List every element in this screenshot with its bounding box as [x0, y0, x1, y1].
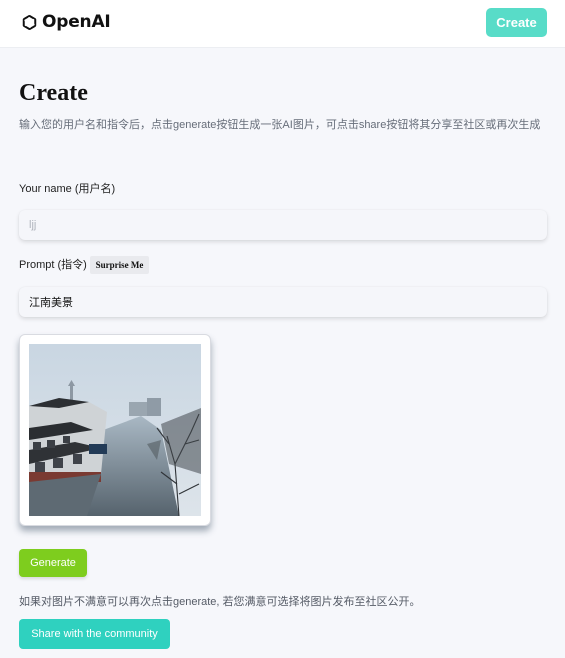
prompt-input[interactable]: 江南美景: [19, 287, 547, 317]
page-title: Create: [19, 80, 88, 106]
generated-image-card: [19, 334, 211, 526]
generate-hint: 如果对图片不满意可以再次点击generate, 若您满意可选择将图片发布至社区公…: [19, 596, 421, 608]
generated-image: [29, 344, 201, 516]
surprise-me-button[interactable]: Surprise Me: [90, 256, 149, 274]
page-subtitle: 输入您的用户名和指令后，点击generate按钮生成一张AI图片，可点击shar…: [19, 119, 541, 131]
create-button[interactable]: Create: [486, 8, 547, 37]
name-label: Your name (用户名): [19, 183, 116, 195]
brand-name: OpenAI: [42, 12, 111, 32]
share-button[interactable]: Share with the community: [19, 619, 170, 649]
header: OpenAI Create: [0, 0, 565, 48]
openai-logo-icon: [22, 14, 37, 31]
name-input[interactable]: ljj: [19, 210, 547, 240]
logo[interactable]: OpenAI: [19, 12, 111, 33]
prompt-label: Prompt (指令): [19, 259, 87, 271]
generate-button[interactable]: Generate: [19, 549, 87, 577]
